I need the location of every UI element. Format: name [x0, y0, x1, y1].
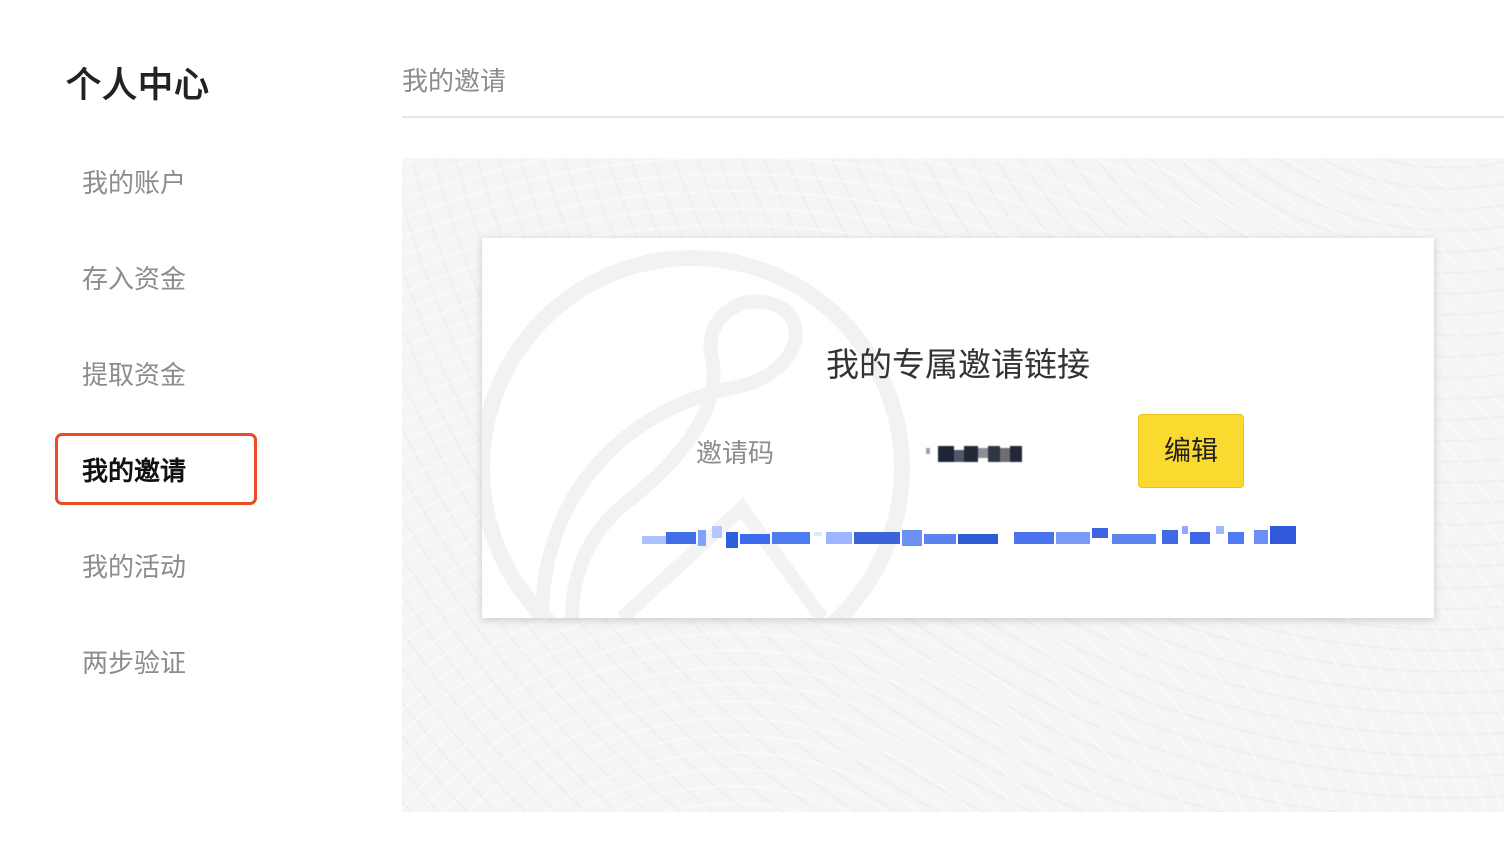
invite-link-title: 我的专属邀请链接	[826, 345, 1090, 384]
sidebar-item-withdraw[interactable]: 提取资金	[82, 358, 186, 394]
sidebar-item-my-account[interactable]: 我的账户	[82, 166, 186, 202]
edit-button[interactable]: 编辑	[1138, 414, 1244, 488]
watermark-logo-icon	[482, 250, 910, 618]
sidebar-item-my-activities[interactable]: 我的活动	[82, 550, 186, 586]
invite-code-label: 邀请码	[696, 439, 775, 469]
sidebar-title: 个人中心	[66, 66, 211, 106]
sidebar-item-deposit[interactable]: 存入资金	[82, 262, 186, 298]
sidebar-item-my-invitation[interactable]: 我的邀请	[82, 454, 186, 490]
header-divider	[402, 116, 1504, 118]
sidebar-item-two-step-verification[interactable]: 两步验证	[82, 646, 186, 682]
sidebar: 个人中心 我的账户 存入资金 提取资金 我的邀请 我的活动 两步验证	[0, 0, 360, 860]
invite-code-value-redacted	[926, 438, 1026, 470]
invite-card: 我的专属邀请链接 邀请码 编辑	[482, 238, 1434, 618]
invite-link-redacted[interactable]	[642, 526, 1302, 552]
page-title: 我的邀请	[402, 67, 507, 97]
